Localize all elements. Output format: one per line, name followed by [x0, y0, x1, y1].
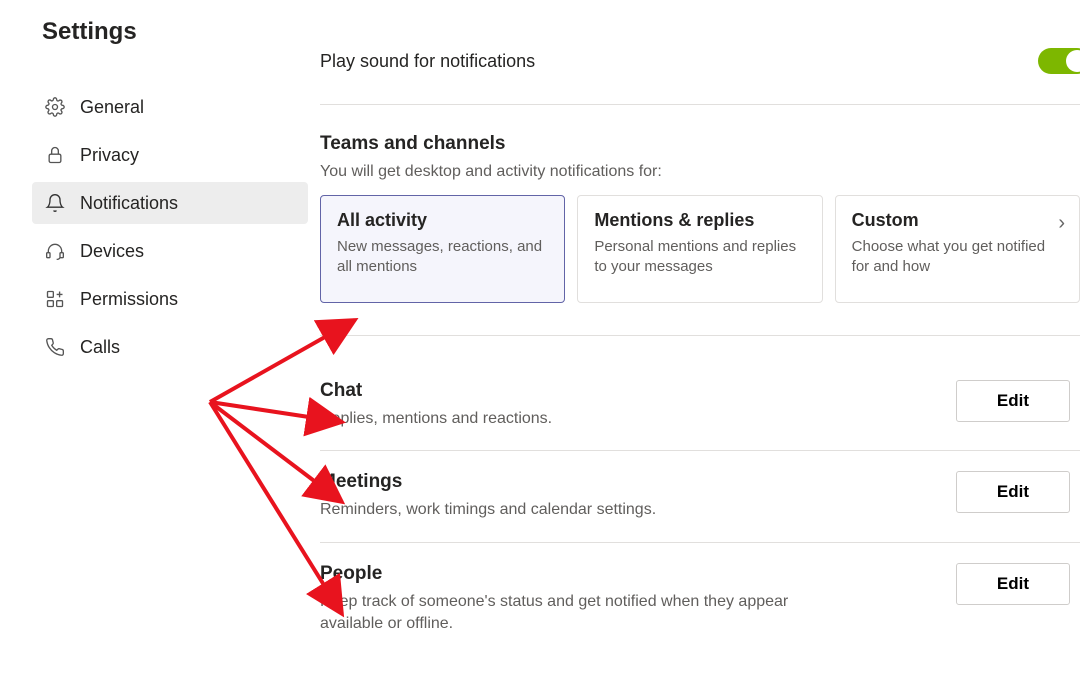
sidebar-item-general[interactable]: General	[32, 86, 308, 128]
apps-icon	[44, 288, 66, 310]
sidebar-item-devices[interactable]: Devices	[32, 230, 308, 272]
sidebar-item-label: Notifications	[80, 193, 178, 214]
teams-channels-sub: You will get desktop and activity notifi…	[320, 163, 1080, 181]
lock-icon	[44, 144, 66, 166]
sidebar-item-privacy[interactable]: Privacy	[32, 134, 308, 176]
sidebar-title: Settings	[42, 18, 308, 46]
card-desc: Choose what you get notified for and how	[852, 237, 1063, 278]
meetings-desc: Reminders, work timings and calendar set…	[320, 499, 656, 521]
teams-channels-header: Teams and channels	[320, 133, 1080, 155]
phone-icon	[44, 336, 66, 358]
people-header: People	[320, 563, 820, 585]
card-custom[interactable]: › Custom Choose what you get notified fo…	[835, 195, 1080, 303]
card-all-activity[interactable]: All activity New messages, reactions, an…	[320, 195, 565, 303]
card-desc: Personal mentions and replies to your me…	[594, 237, 805, 278]
card-title: Custom	[852, 210, 1063, 231]
play-sound-label: Play sound for notifications	[320, 51, 535, 72]
card-title: All activity	[337, 210, 548, 231]
main-panel: Play sound for notifications Teams and c…	[320, 0, 1080, 681]
meetings-edit-button[interactable]: Edit	[956, 471, 1070, 513]
gear-icon	[44, 96, 66, 118]
chat-desc: Replies, mentions and reactions.	[320, 408, 552, 430]
people-edit-button[interactable]: Edit	[956, 563, 1070, 605]
people-desc: Keep track of someone's status and get n…	[320, 591, 820, 636]
sidebar-item-calls[interactable]: Calls	[32, 326, 308, 368]
sidebar-item-label: Calls	[80, 337, 120, 358]
sidebar-item-permissions[interactable]: Permissions	[32, 278, 308, 320]
card-desc: New messages, reactions, and all mention…	[337, 237, 548, 278]
meetings-header: Meetings	[320, 471, 656, 493]
sidebar-item-notifications[interactable]: Notifications	[32, 182, 308, 224]
chevron-right-icon: ›	[1058, 212, 1065, 235]
play-sound-toggle[interactable]	[1038, 48, 1080, 74]
sidebar-item-label: Permissions	[80, 289, 178, 310]
card-mentions-replies[interactable]: Mentions & replies Personal mentions and…	[577, 195, 822, 303]
card-title: Mentions & replies	[594, 210, 805, 231]
bell-icon	[44, 192, 66, 214]
sidebar-item-label: Devices	[80, 241, 144, 262]
sidebar-item-label: General	[80, 97, 144, 118]
teams-channels-cards: All activity New messages, reactions, an…	[320, 195, 1080, 336]
chat-header: Chat	[320, 380, 552, 402]
settings-sidebar: Settings General Privacy Notifications D…	[0, 0, 320, 681]
headset-icon	[44, 240, 66, 262]
chat-edit-button[interactable]: Edit	[956, 380, 1070, 422]
sidebar-item-label: Privacy	[80, 145, 139, 166]
